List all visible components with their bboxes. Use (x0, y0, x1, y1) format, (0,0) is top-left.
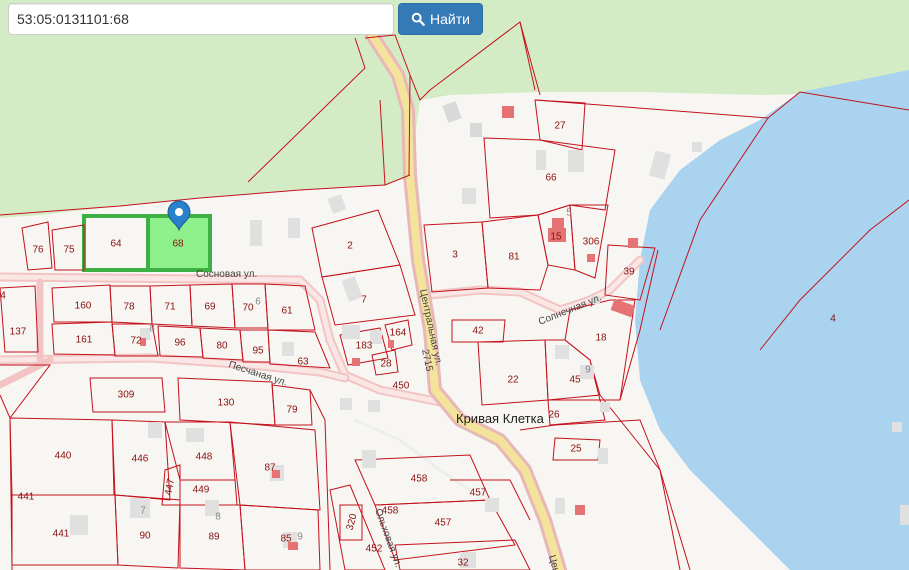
search-bar: Найти (8, 3, 483, 35)
parcel-label: 6 (255, 297, 261, 308)
search-button[interactable]: Найти (398, 3, 483, 35)
parcel-label: 441 (53, 529, 70, 540)
parcel-label: 15 (550, 232, 562, 243)
parcel-label: 160 (75, 301, 92, 312)
parcel-label: 8 (215, 512, 221, 523)
parcel-label: 61 (281, 306, 293, 317)
search-input[interactable] (8, 3, 394, 35)
parcel-label: 130 (218, 398, 235, 409)
parcel-label: 28 (380, 359, 392, 370)
parcel-label: 7 (140, 506, 146, 517)
parcel-label: 90 (139, 531, 151, 542)
parcel-label: 66 (545, 173, 557, 184)
parcel-label: 3 (452, 250, 458, 261)
parcel-label: 457 (470, 488, 487, 499)
parcel-label: 32 (457, 558, 469, 569)
parcel-label: 26 (548, 410, 560, 421)
parcel-label: 71 (164, 302, 176, 313)
parcel-label: 9 (297, 532, 303, 543)
parcel-label: 70 (242, 303, 254, 314)
parcel-label: 18 (595, 333, 607, 344)
selected-parcel-label: 68 (172, 239, 184, 250)
parcel-label: 95 (252, 346, 264, 357)
parcel-label: 39 (623, 267, 635, 278)
parcel-label: 72 (130, 336, 142, 347)
parcel-label: 137 (10, 327, 27, 338)
parcel-label: 81 (508, 252, 520, 263)
parcel-label: 79 (286, 405, 298, 416)
parcel-label: 164 (390, 328, 407, 339)
parcel-label: 80 (216, 341, 228, 352)
parcel-label: 441 (18, 492, 35, 503)
parcel-label: 76 (32, 245, 44, 256)
parcel-label: 183 (356, 341, 373, 352)
parcel-label: 7 (361, 295, 367, 306)
map-canvas[interactable]: 76 75 64 68 2 7 3 81 15 306 5 27 66 39 4… (0, 0, 909, 570)
parcel-label: 85 (280, 534, 292, 545)
parcel-label: 4 (0, 291, 6, 302)
place-name-label: Кривая Клетка (456, 411, 545, 426)
parcel-label: 458 (411, 474, 428, 485)
parcel-label: 440 (55, 451, 72, 462)
parcel-label: 306 (583, 237, 600, 248)
parcel-label: 4 (830, 314, 836, 325)
parcel-label: 25 (570, 444, 582, 455)
search-icon (411, 12, 425, 26)
parcel-label: 75 (63, 245, 75, 256)
cadastral-map[interactable]: 76 75 64 68 2 7 3 81 15 306 5 27 66 39 4… (0, 0, 909, 570)
parcel-label: 22 (507, 375, 519, 386)
parcel-label: 450 (393, 381, 410, 392)
parcel-label: 64 (110, 239, 122, 250)
parcel-label: 448 (196, 452, 213, 463)
parcel-label: 96 (174, 338, 186, 349)
parcel-label: 27 (554, 121, 566, 132)
parcel-label: 161 (76, 335, 93, 346)
parcel-label: 309 (118, 390, 135, 401)
parcel-label: 446 (132, 454, 149, 465)
parcel-label: 5 (566, 208, 572, 219)
parcel-label: 449 (193, 485, 210, 496)
parcel-label: 69 (204, 302, 216, 313)
parcel-label: 2 (347, 241, 353, 252)
parcel-label: 457 (435, 518, 452, 529)
parcel-label: 9 (585, 365, 591, 376)
parcel-label: 89 (208, 532, 220, 543)
parcel-label: 87 (264, 463, 276, 474)
search-button-label: Найти (430, 11, 470, 27)
parcel-label: 63 (297, 357, 309, 368)
parcel-label: 42 (472, 326, 484, 337)
street-label-sosnovaya: Сосновая ул. (196, 269, 257, 280)
parcel-label: 45 (569, 375, 581, 386)
parcel-label: 452 (366, 544, 383, 555)
parcel-label: 8 (149, 324, 155, 335)
parcel-label: 78 (123, 302, 135, 313)
